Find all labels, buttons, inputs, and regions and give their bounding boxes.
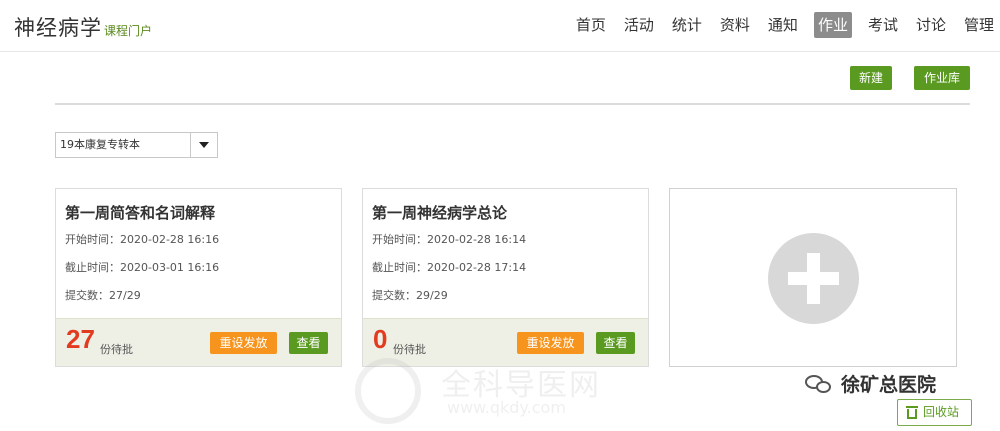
- assignment-end-time: 截止时间：2020-03-01 16:16: [65, 261, 220, 274]
- recycle-bin-label: 回收站: [923, 405, 960, 419]
- nav-home[interactable]: 首页: [574, 12, 608, 38]
- pending-label: 份待批: [100, 343, 133, 356]
- assignment-title[interactable]: 第一周简答和名词解释: [65, 202, 215, 223]
- redistribute-button[interactable]: 重设发放: [517, 332, 584, 354]
- course-brand[interactable]: 神经病学 课程门户: [14, 12, 152, 42]
- nav-notices[interactable]: 通知: [766, 12, 800, 38]
- nav-discussion[interactable]: 讨论: [914, 12, 948, 38]
- nav-activities[interactable]: 活动: [622, 12, 656, 38]
- top-header: 神经病学 课程门户 首页 活动 统计 资料 通知 作业 考试 讨论 管理: [0, 0, 1000, 52]
- assignment-start-time: 开始时间：2020-02-28 16:14: [372, 233, 527, 246]
- nav-materials[interactable]: 资料: [718, 12, 752, 38]
- pending-count: 0: [373, 324, 388, 354]
- plus-icon[interactable]: [768, 233, 859, 324]
- class-select[interactable]: 19本康复专转本: [55, 132, 218, 158]
- assignment-title[interactable]: 第一周神经病学总论: [372, 202, 507, 223]
- assignment-submission-count: 提交数：27/29: [65, 289, 141, 302]
- add-assignment-card[interactable]: [669, 188, 957, 367]
- assignment-library-button[interactable]: 作业库: [914, 66, 970, 90]
- pending-count: 27: [66, 324, 95, 354]
- assignment-card: 第一周神经病学总论 开始时间：2020-02-28 16:14 截止时间：202…: [362, 188, 649, 367]
- nav-manage[interactable]: 管理: [962, 12, 996, 38]
- nav-statistics[interactable]: 统计: [670, 12, 704, 38]
- view-button[interactable]: 查看: [596, 332, 635, 354]
- assignment-end-time: 截止时间：2020-02-28 17:14: [372, 261, 527, 274]
- wechat-account-badge: 徐矿总医院: [805, 370, 936, 397]
- assignment-card: 第一周简答和名词解释 开始时间：2020-02-28 16:16 截止时间：20…: [55, 188, 342, 367]
- watermark-logo-icon: [355, 358, 421, 424]
- assignment-submission-count: 提交数：29/29: [372, 289, 448, 302]
- watermark-url: www.qkdy.com: [447, 398, 566, 417]
- course-portal-label: 课程门户: [104, 24, 153, 38]
- site-watermark: 全科导医网 www.qkdy.com: [355, 354, 645, 424]
- nav-homework[interactable]: 作业: [813, 12, 852, 38]
- recycle-bin-button[interactable]: 回收站: [897, 399, 972, 426]
- divider: [55, 103, 970, 105]
- chevron-down-icon[interactable]: [190, 133, 217, 157]
- main-nav: 首页 活动 统计 资料 通知 作业 考试 讨论 管理: [560, 12, 996, 38]
- trash-icon: [906, 406, 918, 419]
- redistribute-button[interactable]: 重设发放: [210, 332, 277, 354]
- nav-exams[interactable]: 考试: [866, 12, 900, 38]
- assignment-card-footer: 27 份待批 重设发放 查看: [56, 318, 341, 366]
- new-assignment-button[interactable]: 新建: [850, 66, 892, 90]
- assignment-start-time: 开始时间：2020-02-28 16:16: [65, 233, 220, 246]
- view-button[interactable]: 查看: [289, 332, 328, 354]
- wechat-icon: [805, 373, 833, 395]
- wechat-account-name: 徐矿总医院: [841, 374, 937, 396]
- course-title: 神经病学: [14, 16, 102, 40]
- class-select-value: 19本康复专转本: [60, 138, 140, 151]
